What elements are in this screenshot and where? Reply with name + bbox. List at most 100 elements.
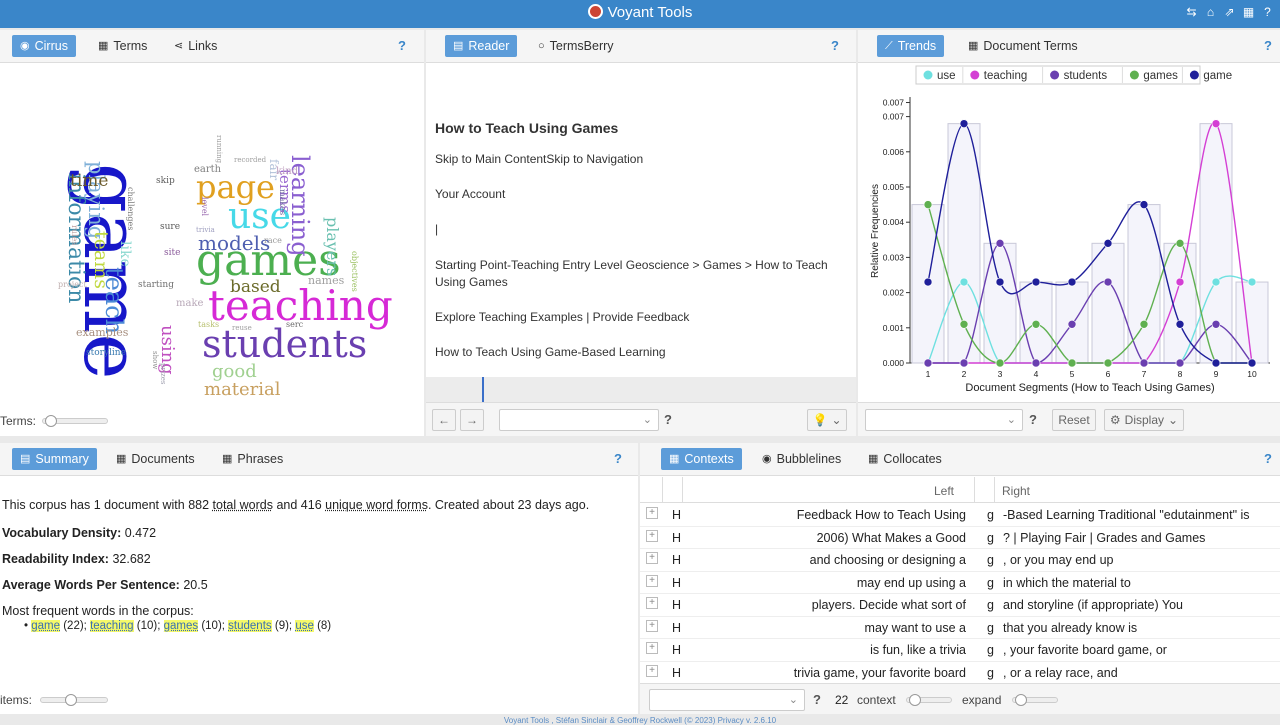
unique-forms-link[interactable]: unique word forms — [325, 498, 428, 512]
display-button[interactable]: ⚙ Display ⌄ — [1104, 409, 1184, 431]
cloud-word[interactable]: starting — [138, 281, 174, 290]
next-button[interactable]: → — [460, 409, 484, 431]
help-icon[interactable]: ? — [1261, 5, 1274, 19]
data-point[interactable] — [1103, 358, 1113, 368]
data-point[interactable] — [1175, 277, 1185, 287]
reader-position-marker[interactable] — [482, 377, 484, 403]
tab-termsberry[interactable]: ○ TermsBerry — [530, 35, 622, 57]
table-row[interactable]: + H Feedback How to Teach Using g -Based Lea… — [640, 504, 1280, 527]
data-point[interactable] — [995, 277, 1005, 287]
bulb-button[interactable]: 💡 ⌄ — [807, 409, 847, 431]
data-point[interactable] — [1175, 319, 1185, 329]
data-point[interactable] — [1103, 239, 1113, 248]
contexts-footer-help[interactable]: ? — [813, 692, 821, 707]
tab-summary[interactable]: ▤ Summary — [12, 448, 97, 470]
translate-icon[interactable]: ⇆ — [1185, 5, 1198, 19]
data-point[interactable] — [959, 358, 969, 368]
cloud-word[interactable]: players — [323, 217, 342, 276]
contexts-document-select[interactable]: ⌄ — [649, 689, 805, 711]
cloud-word[interactable]: running — [215, 135, 223, 163]
cloud-word[interactable]: based — [230, 279, 281, 296]
data-point[interactable] — [1067, 319, 1077, 329]
data-point[interactable] — [923, 358, 933, 368]
data-point[interactable] — [1247, 358, 1257, 368]
cloud-word[interactable]: material — [204, 381, 281, 399]
home-icon[interactable]: ⌂ — [1204, 5, 1217, 19]
cloud-word[interactable]: site — [164, 249, 180, 258]
expand-row-icon[interactable]: + — [646, 597, 658, 609]
slider-knob[interactable] — [45, 415, 57, 427]
document-select[interactable]: ⌄ — [499, 409, 659, 431]
cloud-word[interactable]: earth — [194, 165, 221, 175]
data-point[interactable] — [1031, 277, 1041, 287]
cloud-word[interactable]: like — [117, 241, 133, 267]
data-point[interactable] — [1211, 319, 1221, 329]
legend-label[interactable]: teaching — [984, 70, 1027, 82]
tab-documents[interactable]: ▦ Documents — [108, 448, 203, 470]
cloud-word[interactable]: models — [198, 233, 270, 253]
tab-bubblelines[interactable]: ◉ Bubblelines — [754, 448, 849, 470]
cloud-word[interactable]: skip — [156, 177, 175, 186]
frequent-word[interactable]: use — [295, 620, 314, 632]
table-row[interactable]: + Hmay want to use a g that you already kno… — [640, 617, 1280, 639]
trends-footer-help[interactable]: ? — [1029, 412, 1037, 427]
cloud-word[interactable]: tasks — [198, 321, 219, 329]
cloud-word[interactable]: students — [202, 325, 367, 363]
cloud-word[interactable]: race — [264, 237, 282, 245]
column-header-right[interactable]: Right — [1002, 484, 1030, 498]
context-slider[interactable] — [906, 694, 952, 706]
table-row[interactable]: + Hmay end up using a g in which the materi… — [640, 572, 1280, 594]
data-point[interactable] — [959, 319, 969, 329]
cloud-word[interactable]: examples — [76, 327, 128, 338]
cloud-word[interactable]: reuse — [232, 325, 252, 332]
data-point[interactable] — [1139, 319, 1149, 329]
data-point[interactable] — [923, 277, 933, 287]
cloud-word[interactable]: time — [70, 173, 108, 190]
cloud-word[interactable]: objectives — [350, 251, 359, 292]
windows-icon[interactable]: ▦ — [1242, 5, 1255, 19]
expand-row-icon[interactable]: + — [646, 507, 658, 519]
summary-help-button[interactable]: ? — [614, 451, 622, 466]
data-point[interactable] — [923, 200, 933, 209]
slider-knob[interactable] — [65, 694, 77, 706]
data-point[interactable] — [1139, 200, 1149, 209]
cloud-word[interactable]: names — [308, 275, 344, 286]
legend-label[interactable]: students — [1064, 70, 1108, 82]
legend-label[interactable]: use — [937, 70, 956, 82]
cloud-word[interactable]: rules — [70, 225, 79, 245]
data-point[interactable] — [1211, 358, 1221, 368]
data-point[interactable] — [959, 119, 969, 128]
tab-document-terms[interactable]: ▦ Document Terms — [960, 35, 1086, 57]
reader-progress-strip[interactable] — [426, 377, 856, 403]
cloud-word[interactable]: serc — [286, 321, 303, 329]
data-point[interactable] — [959, 277, 969, 287]
cloud-word[interactable]: makes — [278, 189, 287, 215]
tab-contexts[interactable]: ▦ Contexts — [661, 448, 742, 470]
legend-label[interactable]: game — [1203, 70, 1232, 82]
total-words-link[interactable]: total words — [213, 498, 273, 512]
slider-knob[interactable] — [1015, 694, 1027, 706]
reader-footer-help[interactable]: ? — [664, 412, 672, 427]
expand-slider[interactable] — [1012, 694, 1058, 706]
data-point[interactable] — [1139, 358, 1149, 368]
tab-trends[interactable]: ⟋ Trends — [877, 35, 945, 57]
frequent-word[interactable]: teaching — [90, 620, 134, 632]
data-point[interactable] — [1211, 119, 1221, 128]
cloud-word[interactable]: teach — [100, 267, 128, 334]
data-point[interactable] — [1211, 277, 1221, 287]
cloud-word[interactable]: trivia — [196, 227, 215, 234]
cloud-word[interactable]: recorded — [234, 157, 266, 164]
table-row[interactable]: + His fun, like a trivia g , your favorite … — [640, 639, 1280, 662]
tab-reader[interactable]: ▤ Reader — [445, 35, 518, 57]
data-point[interactable] — [1031, 319, 1041, 329]
expand-row-icon[interactable]: + — [646, 574, 658, 587]
expand-row-icon[interactable]: + — [646, 664, 658, 677]
legend-label[interactable]: games — [1143, 70, 1178, 82]
tab-collocates[interactable]: ▦ Collocates — [860, 448, 950, 470]
data-point[interactable] — [1103, 277, 1113, 287]
expand-row-icon[interactable]: + — [646, 552, 658, 564]
cloud-word[interactable]: challenges — [126, 187, 135, 230]
expand-row-icon[interactable]: + — [646, 619, 658, 632]
cloud-word[interactable]: kind — [276, 167, 298, 177]
table-row[interactable]: + Hplayers. Decide what sort of g and story… — [640, 594, 1280, 617]
